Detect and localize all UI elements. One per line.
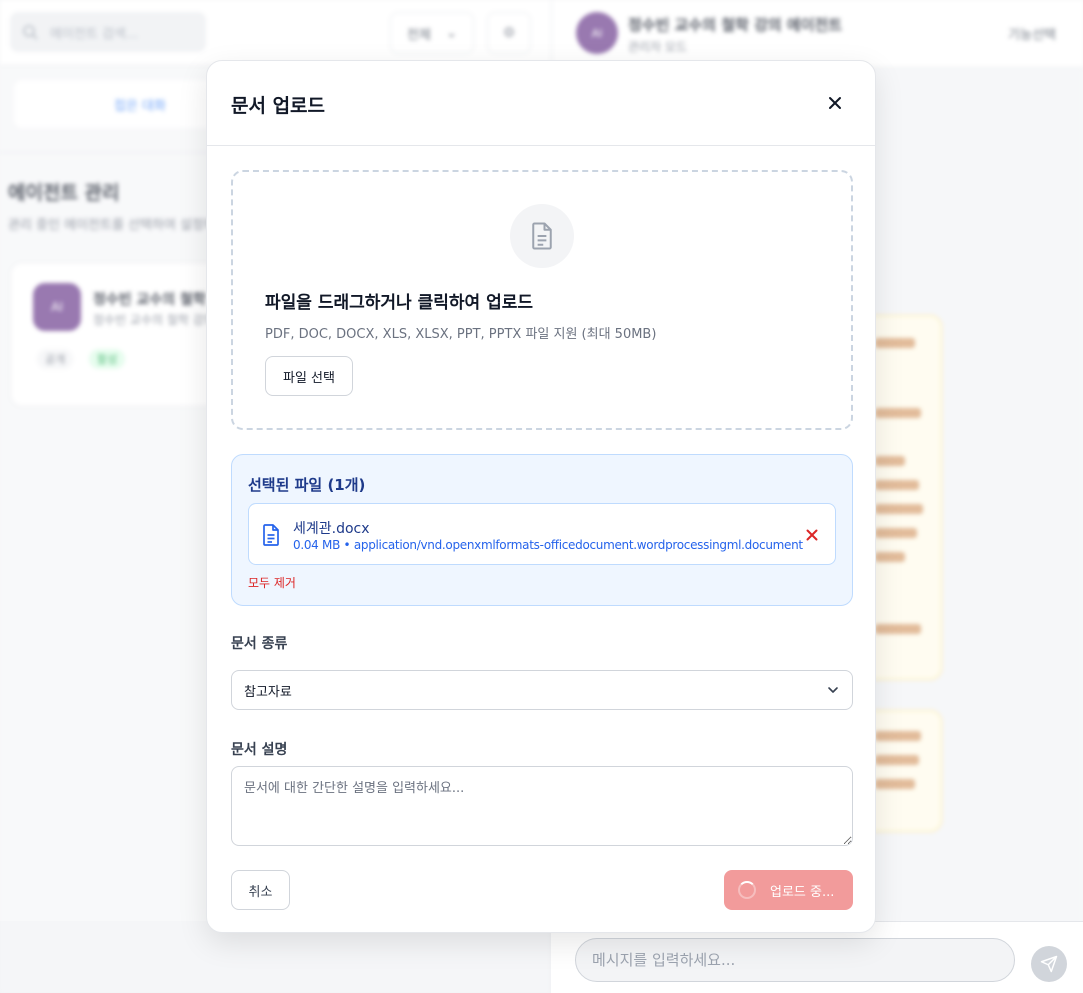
modal-header: 문서 업로드 (207, 61, 875, 146)
cancel-button[interactable]: 취소 (231, 870, 290, 910)
choose-file-button[interactable]: 파일 선택 (265, 356, 353, 396)
send-icon (1040, 955, 1058, 973)
dropzone-subtitle: PDF, DOC, DOCX, XLS, XLSX, PPT, PPTX 파일 … (265, 327, 657, 342)
modal-title: 문서 업로드 (231, 95, 326, 117)
spinner-icon (738, 881, 756, 899)
message-input[interactable] (575, 938, 1015, 982)
chevron-down-icon (828, 687, 838, 693)
upload-modal: 문서 업로드 파일을 드래그하거나 클릭하여 업로드 PDF, DOC, DOC… (206, 60, 876, 933)
list-item: 세계관.docx 0.04 MB • application/vnd.openx… (248, 503, 836, 565)
remove-all-link[interactable]: 모두 제거 (248, 574, 296, 591)
file-name: 세계관.docx (293, 521, 370, 537)
doc-desc-label: 문서 설명 (231, 742, 288, 758)
document-icon (510, 204, 574, 268)
dropzone-title: 파일을 드래그하거나 클릭하여 업로드 (265, 293, 533, 313)
selected-files-panel: 선택된 파일 (1개) 세계관.docx 0.04 MB • applicati… (231, 454, 853, 606)
file-document-icon (263, 524, 279, 546)
upload-button[interactable]: 업로드 중... (724, 870, 853, 910)
doc-type-value: 참고자료 (244, 684, 292, 700)
file-dropzone[interactable]: 파일을 드래그하거나 클릭하여 업로드 PDF, DOC, DOCX, XLS,… (231, 170, 853, 430)
close-icon (829, 97, 841, 109)
close-icon (806, 529, 818, 541)
file-meta: 0.04 MB • application/vnd.openxmlformats… (293, 538, 803, 552)
remove-file-button[interactable] (803, 526, 821, 544)
upload-button-label: 업로드 중... (770, 884, 835, 900)
doc-desc-textarea[interactable] (231, 766, 853, 846)
selected-files-title: 선택된 파일 (1개) (248, 476, 366, 494)
doc-type-label: 문서 종류 (231, 636, 288, 652)
send-button[interactable] (1031, 946, 1067, 982)
close-button[interactable] (821, 89, 849, 117)
doc-type-select[interactable]: 참고자료 (231, 670, 853, 710)
